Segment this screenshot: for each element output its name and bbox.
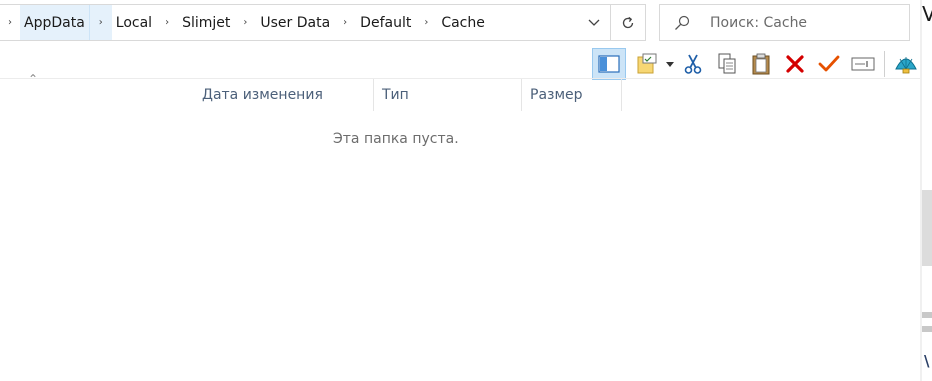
address-history-dropdown[interactable]: [578, 5, 610, 40]
delete-button[interactable]: [778, 48, 812, 80]
search-input[interactable]: [710, 14, 900, 31]
background-text-fragment: \: [924, 352, 930, 370]
breadcrumb-local[interactable]: Local: [112, 5, 156, 40]
shell-icon: [895, 57, 917, 74]
column-header-size[interactable]: Размер: [522, 79, 622, 111]
breadcrumb: › AppData › Local › Slimjet › User Data …: [0, 5, 489, 40]
chevron-right-icon[interactable]: ›: [415, 17, 437, 28]
column-header-size-label: Размер: [530, 87, 583, 103]
column-header-type-label: Тип: [382, 87, 409, 103]
column-header-date-label: Дата изменения: [202, 87, 323, 103]
column-header-type[interactable]: Тип: [374, 79, 522, 111]
breadcrumb-user-data[interactable]: User Data: [256, 5, 334, 40]
breadcrumb-slimjet[interactable]: Slimjet: [178, 5, 234, 40]
refresh-icon: [622, 16, 634, 28]
background-bar: [922, 312, 932, 318]
cut-icon: [684, 54, 702, 74]
refresh-button[interactable]: [611, 5, 645, 40]
rename-button[interactable]: [846, 48, 880, 80]
background-text-fragment: V: [922, 2, 932, 26]
empty-folder-message: Эта папка пуста.: [333, 131, 459, 147]
properties-icon: [637, 53, 657, 74]
copy-icon: [718, 53, 736, 74]
dropdown-arrow-icon: [666, 61, 674, 67]
search-icon: [674, 15, 702, 31]
rename-icon: [851, 57, 875, 71]
chevron-right-icon[interactable]: ›: [0, 17, 20, 28]
address-bar[interactable]: › AppData › Local › Slimjet › User Data …: [0, 4, 646, 41]
preview-pane-icon: [598, 55, 620, 73]
breadcrumb-default[interactable]: Default: [356, 5, 415, 40]
properties-button[interactable]: [630, 48, 664, 80]
paste-icon: [752, 53, 770, 75]
breadcrumb-cache[interactable]: Cache: [437, 5, 489, 40]
properties-dropdown[interactable]: [664, 48, 676, 80]
chevron-right-icon[interactable]: ›: [234, 17, 256, 28]
select-all-button[interactable]: [812, 48, 846, 80]
background-panel: [922, 190, 932, 266]
chevron-down-icon: [588, 19, 600, 26]
copy-button[interactable]: [710, 48, 744, 80]
sort-up-icon: ⌃: [28, 72, 39, 86]
cut-button[interactable]: [676, 48, 710, 80]
toolbar: [592, 48, 923, 80]
search-box[interactable]: [659, 4, 910, 41]
paste-button[interactable]: [744, 48, 778, 80]
chevron-right-icon[interactable]: ›: [334, 17, 356, 28]
chevron-right-icon[interactable]: ›: [89, 5, 112, 40]
select-all-icon: [818, 55, 840, 72]
delete-icon: [786, 55, 804, 73]
toolbar-divider: [884, 51, 885, 77]
column-header-date[interactable]: Дата изменения: [194, 79, 374, 111]
preview-pane-button[interactable]: [592, 48, 626, 80]
breadcrumb-appdata[interactable]: AppData: [20, 5, 90, 40]
background-bar: [922, 326, 932, 332]
shell-button[interactable]: [889, 48, 923, 80]
chevron-right-icon[interactable]: ›: [156, 17, 178, 28]
